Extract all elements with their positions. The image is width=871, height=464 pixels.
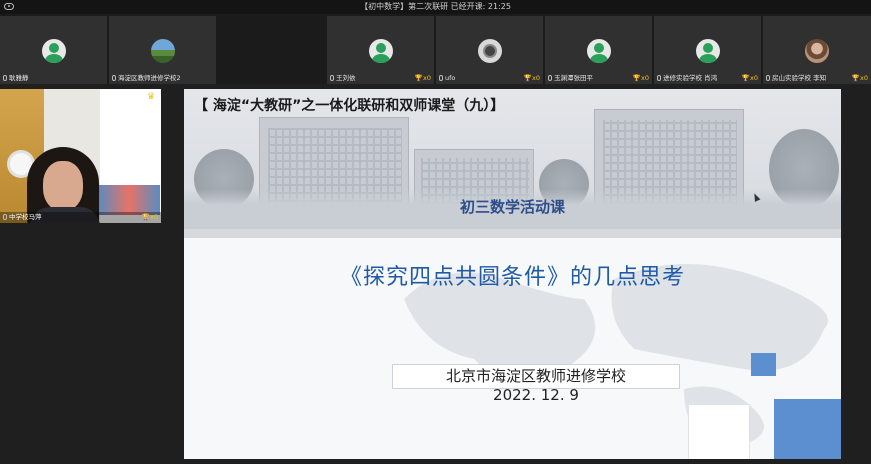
main-title: 《探究四点共圆条件》的几点思考 (339, 265, 685, 290)
trophy-count: x0 (860, 74, 868, 82)
mic-icon (766, 75, 770, 81)
trophy-count: x0 (423, 74, 431, 82)
participant-name: 王刘依 (336, 74, 356, 82)
participant-tile[interactable]: 王刘依 🏆x0 (327, 16, 434, 84)
participant-tile[interactable]: 进修实验学校 肖鸿 🏆x0 (654, 16, 761, 84)
participant-name: 耿雅静 (9, 74, 29, 82)
decor-square (774, 399, 841, 459)
mic-icon (3, 214, 7, 220)
trophy-count: x0 (150, 213, 158, 221)
decor-square (751, 353, 776, 376)
mic-icon (548, 75, 552, 81)
meeting-title: 【初中数学】第二次联研 已经开课: 21:25 (360, 2, 511, 11)
participant-name: 玉渊潭张田平 (554, 74, 593, 82)
trophy-icon: 🏆x0 (523, 74, 540, 82)
avatar (41, 39, 66, 63)
trophy-icon: 🏆x0 (414, 74, 431, 82)
trophy-icon: 🏆x0 (741, 74, 758, 82)
avatar (477, 39, 502, 63)
presentation-date: 2022. 12. 9 (493, 386, 579, 404)
crown-icon: ♛ (147, 92, 156, 102)
top-bar: 【初中数学】第二次联研 已经开课: 21:25 (0, 0, 871, 14)
participant-tile[interactable]: 房山实验学校 李知 🏆x0 (763, 16, 871, 84)
avatar (586, 39, 611, 63)
speaker-name: 中学校马萍 (9, 213, 42, 221)
participant-tile[interactable]: ufo 🏆x0 (436, 16, 543, 84)
decor-square (689, 405, 749, 459)
trophy-icon: 🏆x0 (851, 74, 868, 82)
slide-header-image: 【 海淀“大教研”之一体化联研和双师课堂（九）】 初三数学活动课 (184, 89, 841, 238)
trophy-icon: 🏆x0 (141, 213, 158, 221)
mic-icon (112, 75, 116, 81)
presentation-slide: 【 海淀“大教研”之一体化联研和双师课堂（九）】 初三数学活动课 《探究四点共圆… (184, 89, 841, 459)
speaker-video[interactable]: ♛ 中学校马萍 🏆x0 (0, 89, 161, 223)
avatar (805, 39, 829, 63)
participant-name: 海淀区教师进修学校2 (118, 74, 181, 82)
trophy-count: x0 (532, 74, 540, 82)
organization-name: 北京市海淀区教师进修学校 (445, 367, 626, 385)
participant-tile[interactable]: 海淀区教师进修学校2 (109, 16, 216, 84)
avatar (150, 39, 175, 63)
participant-name: 房山实验学校 李知 (772, 74, 827, 82)
mic-icon (3, 75, 7, 81)
mic-icon (657, 75, 661, 81)
avatar (695, 39, 720, 63)
trophy-count: x0 (641, 74, 649, 82)
participant-tile[interactable]: 耿雅静 (0, 16, 107, 84)
avatar (368, 39, 393, 63)
slide-header-title: 【 海淀“大教研”之一体化联研和双师课堂（九）】 (194, 98, 505, 114)
activity-title: 初三数学活动课 (459, 198, 565, 216)
participant-name: 进修实验学校 肖鸿 (663, 74, 718, 82)
mic-icon (439, 75, 443, 81)
mic-icon (330, 75, 334, 81)
participant-name: ufo (445, 74, 456, 82)
participant-tile[interactable]: 玉渊潭张田平 🏆x0 (545, 16, 652, 84)
trophy-icon: 🏆x0 (632, 74, 649, 82)
participant-strip: 耿雅静 海淀区教师进修学校2 王刘依 🏆x0 ufo 🏆x0 玉渊潭张田平 🏆x… (0, 14, 871, 84)
trophy-count: x0 (750, 74, 758, 82)
